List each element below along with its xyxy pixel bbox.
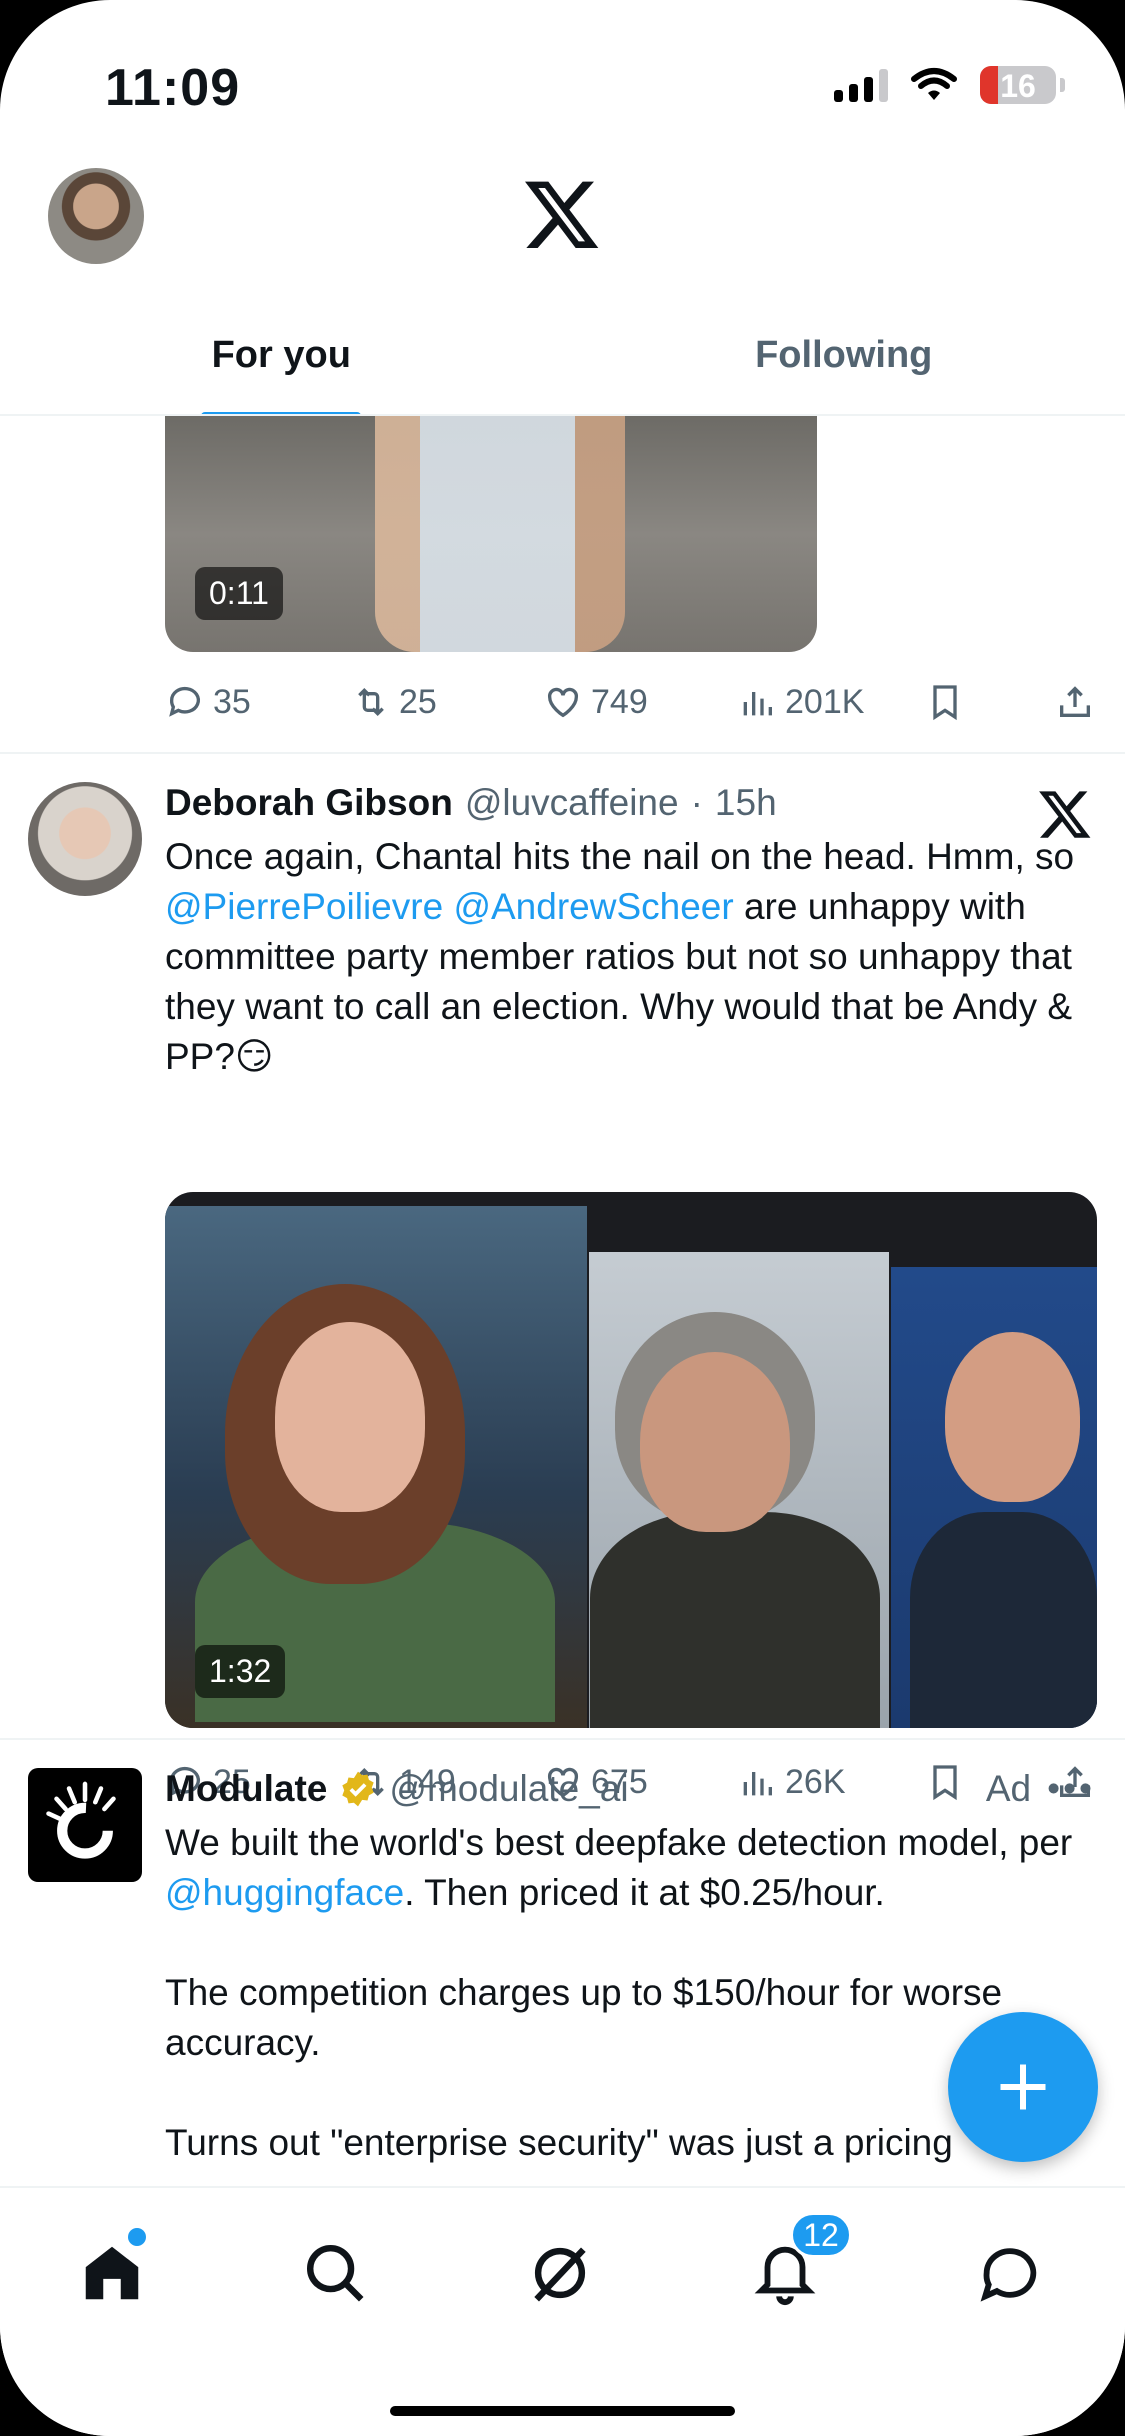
mention-link[interactable]: @huggingface [165, 1872, 404, 1913]
modulate-logo-icon [46, 1781, 116, 1859]
author-name[interactable]: Deborah Gibson [165, 782, 453, 824]
tweet-divider [0, 1738, 1125, 1740]
repost-button[interactable]: 25 [351, 682, 437, 722]
reply-icon [169, 686, 200, 717]
tab-for-you-label: For you [211, 334, 351, 376]
bookmark-button[interactable] [925, 682, 965, 722]
profile-avatar[interactable] [48, 168, 144, 264]
verified-badge-icon [342, 1771, 375, 1807]
tweet-video[interactable]: 0:11 [165, 416, 817, 652]
cellular-signal-icon [834, 68, 888, 102]
tweet-video[interactable]: 1:32 [165, 1192, 1097, 1728]
share-icon [1060, 686, 1090, 717]
home-new-indicator [128, 2228, 146, 2246]
status-bar: 11:09 16 [0, 0, 1125, 170]
plus-icon [1000, 2064, 1046, 2110]
author-avatar[interactable] [28, 782, 142, 896]
author-handle[interactable]: @modulate_ai [389, 1768, 628, 1810]
nav-grok[interactable] [515, 2228, 605, 2318]
compose-button[interactable] [948, 2012, 1098, 2162]
views-icon [743, 1772, 772, 1796]
search-icon [307, 2245, 364, 2302]
ad-label: Ad ••• [985, 1768, 1095, 1810]
tab-following[interactable]: Following [563, 310, 1125, 420]
status-icons: 16 [834, 66, 1065, 104]
video-duration: 1:32 [195, 1645, 286, 1698]
tweet-header: Modulate @modulate_ai [165, 1768, 629, 1810]
author-avatar[interactable] [28, 1768, 142, 1882]
header: For you Following [0, 160, 1125, 420]
battery-level: 16 [1000, 68, 1036, 104]
mention-link[interactable]: @AndrewScheer [453, 886, 733, 927]
grok-icon [534, 2247, 586, 2302]
nav-messages[interactable] [965, 2228, 1055, 2318]
author-name[interactable]: Modulate [165, 1768, 327, 1810]
bookmark-button[interactable] [925, 1762, 965, 1802]
tweet-actions: 35 25 749 201K [165, 672, 1095, 732]
x-logo-icon[interactable] [522, 174, 602, 254]
phone-screen: 11:09 16 For you Following 0:11 35 25 74… [0, 0, 1125, 2436]
notifications-badge: 12 [790, 2212, 852, 2258]
bottom-nav: 12 [0, 2186, 1125, 2436]
heart-icon [547, 687, 579, 718]
repost-icon [358, 687, 384, 717]
share-button[interactable] [1055, 682, 1095, 722]
timeline-feed[interactable]: 0:11 35 25 749 201K Deborah Gibson @luvc… [0, 416, 1125, 2186]
reply-button[interactable]: 35 [165, 682, 251, 722]
views-button[interactable]: 26K [737, 1762, 846, 1802]
like-button[interactable]: 749 [543, 682, 648, 722]
tweet-divider [0, 752, 1125, 754]
nav-search[interactable] [290, 2228, 380, 2318]
tweet-header: Deborah Gibson @luvcaffeine · 15h [165, 782, 777, 824]
more-options-icon[interactable]: ••• [1047, 1768, 1095, 1810]
tweet-text: Once again, Chantal hits the nail on the… [165, 836, 1085, 1077]
bookmark-icon [933, 1765, 957, 1801]
bookmark-icon [933, 685, 957, 721]
messages-icon [980, 2248, 1037, 2302]
status-time: 11:09 [105, 59, 241, 117]
author-handle[interactable]: @luvcaffeine [465, 782, 679, 824]
home-indicator [390, 2406, 735, 2416]
views-button[interactable]: 201K [737, 682, 864, 722]
tab-for-you[interactable]: For you [0, 310, 563, 420]
video-duration: 0:11 [195, 567, 283, 620]
tab-following-label: Following [755, 334, 933, 376]
wifi-icon [911, 68, 957, 100]
battery-icon: 16 [980, 66, 1056, 104]
tweet-time[interactable]: 15h [715, 782, 777, 824]
timeline-tabs: For you Following [0, 310, 1125, 420]
mention-link[interactable]: @PierrePoilievre [165, 886, 443, 927]
views-icon [743, 692, 772, 716]
home-icon [85, 2246, 139, 2300]
